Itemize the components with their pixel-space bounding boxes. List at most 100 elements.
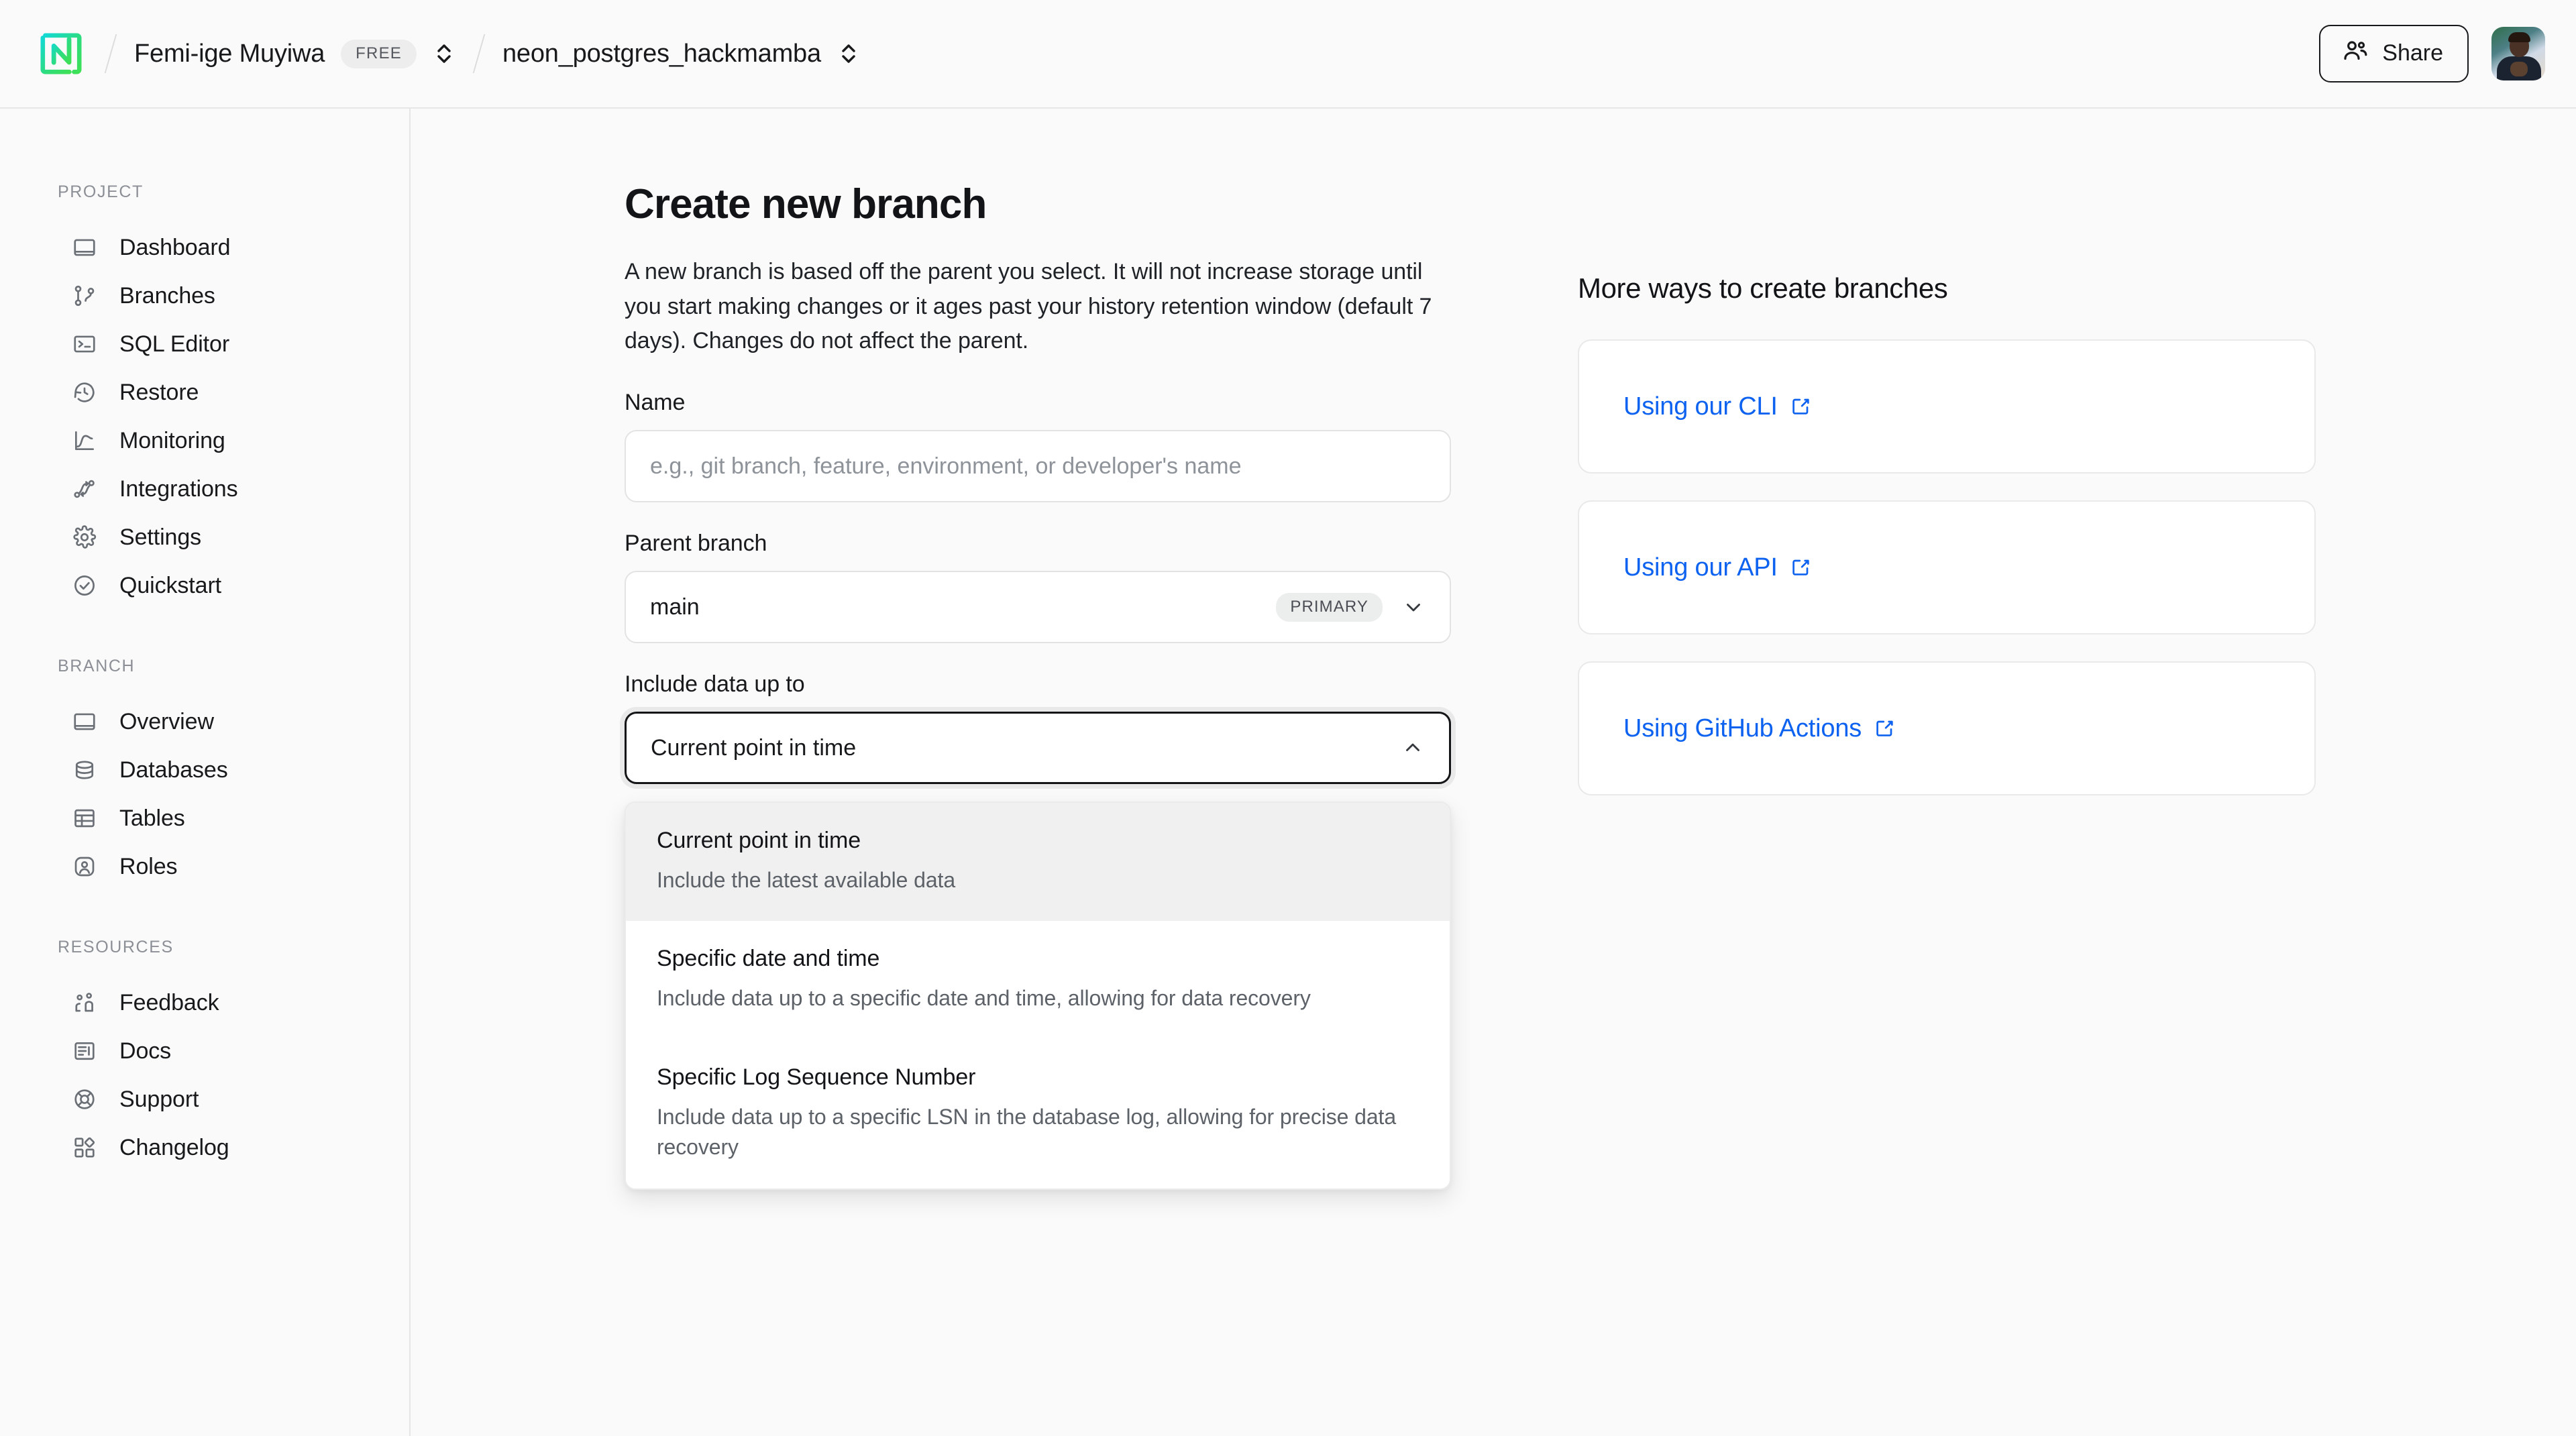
- sidebar: PROJECT Dashboard Branches SQL Editor Re…: [0, 109, 411, 1436]
- sql-editor-icon: [70, 329, 99, 359]
- sidebar-item-label: SQL Editor: [119, 331, 230, 357]
- neon-logo[interactable]: [35, 27, 87, 80]
- sidebar-item-overview[interactable]: Overview: [0, 698, 409, 746]
- more-ways-heading: More ways to create branches: [1578, 272, 1948, 304]
- lifebuoy-icon: [70, 1085, 99, 1114]
- breadcrumb-project[interactable]: neon_postgres_hackmamba: [502, 38, 860, 69]
- sidebar-group-title-resources: RESOURCES: [58, 938, 174, 956]
- name-input-placeholder: e.g., git branch, feature, environment, …: [650, 453, 1242, 479]
- dropdown-option-description: Include data up to a specific date and t…: [657, 986, 1311, 1011]
- plan-badge: FREE: [341, 39, 417, 68]
- branches-icon: [70, 281, 99, 311]
- changelog-blocks-icon: [70, 1133, 99, 1162]
- primary-badge: PRIMARY: [1276, 592, 1383, 622]
- sidebar-item-dashboard[interactable]: Dashboard: [0, 223, 409, 272]
- project-switcher-chevron-updown-icon[interactable]: [837, 38, 860, 69]
- sidebar-item-label: Integrations: [119, 476, 238, 502]
- share-button-label: Share: [2382, 40, 2443, 66]
- page-title: Create new branch: [625, 181, 987, 227]
- name-input[interactable]: e.g., git branch, feature, environment, …: [625, 430, 1451, 503]
- app-header: Femi-ige Muyiwa FREE neon_postgres_hackm…: [0, 0, 2576, 109]
- name-field-label: Name: [625, 390, 686, 416]
- sidebar-item-tables[interactable]: Tables: [0, 794, 409, 842]
- include-data-label: Include data up to: [625, 671, 805, 698]
- external-link-icon: [1874, 717, 1896, 740]
- sidebar-item-settings[interactable]: Settings: [0, 513, 409, 561]
- page-description: A new branch is based off the parent you…: [625, 259, 1432, 354]
- cli-link[interactable]: Using our CLI: [1623, 392, 1813, 421]
- sidebar-item-label: Roles: [119, 853, 178, 879]
- org-switcher-chevron-updown-icon[interactable]: [433, 38, 455, 69]
- dropdown-option-title: Specific Log Sequence Number: [657, 1064, 976, 1090]
- overview-icon: [70, 707, 99, 736]
- avatar[interactable]: [2491, 27, 2545, 80]
- dropdown-option-description: Include data up to a specific LSN in the…: [657, 1104, 1397, 1160]
- api-link[interactable]: Using our API: [1623, 553, 1813, 582]
- people-icon: [2342, 37, 2369, 70]
- sidebar-item-label: Branches: [119, 282, 215, 309]
- include-data-trigger[interactable]: Current point in time: [625, 712, 1451, 785]
- header-actions: Share: [2319, 25, 2545, 82]
- sidebar-item-integrations[interactable]: Integrations: [0, 465, 409, 513]
- sidebar-item-monitoring[interactable]: Monitoring: [0, 417, 409, 465]
- more-ways-card-api[interactable]: Using our API: [1578, 500, 2316, 634]
- sidebar-item-label: Dashboard: [119, 234, 231, 260]
- create-branch-form: Create new branch A new branch is based …: [625, 180, 1451, 1190]
- sidebar-group-title-project: PROJECT: [58, 182, 144, 201]
- sidebar-item-label: Support: [119, 1086, 199, 1112]
- more-ways-panel: More ways to create branches Using our C…: [1578, 272, 2316, 822]
- sidebar-item-label: Overview: [119, 708, 214, 734]
- include-data-value: Current point in time: [651, 734, 857, 761]
- gear-icon: [70, 522, 99, 552]
- dropdown-option-current-point-in-time[interactable]: Current point in time Include the latest…: [626, 803, 1450, 922]
- cli-link-label: Using our CLI: [1623, 392, 1778, 421]
- dropdown-option-specific-log-sequence-number[interactable]: Specific Log Sequence Number Include dat…: [626, 1040, 1450, 1189]
- sidebar-item-databases[interactable]: Databases: [0, 746, 409, 794]
- dropdown-option-title: Current point in time: [657, 828, 861, 854]
- sidebar-item-quickstart[interactable]: Quickstart: [0, 561, 409, 610]
- github-actions-link[interactable]: Using GitHub Actions: [1623, 714, 1896, 743]
- sidebar-item-label: Settings: [119, 524, 202, 550]
- sidebar-item-label: Docs: [119, 1038, 172, 1064]
- sidebar-item-label: Feedback: [119, 989, 219, 1015]
- sidebar-item-label: Quickstart: [119, 572, 222, 598]
- check-circle-icon: [70, 571, 99, 600]
- sidebar-item-support[interactable]: Support: [0, 1075, 409, 1123]
- restore-icon: [70, 378, 99, 407]
- github-actions-link-label: Using GitHub Actions: [1623, 714, 1862, 742]
- parent-branch-value: main: [650, 594, 700, 620]
- external-link-icon: [1790, 395, 1813, 418]
- more-ways-card-github-actions[interactable]: Using GitHub Actions: [1578, 661, 2316, 795]
- chevron-down-icon: [1401, 595, 1426, 619]
- docs-icon: [70, 1036, 99, 1066]
- parent-branch-label: Parent branch: [625, 531, 767, 557]
- sidebar-item-restore[interactable]: Restore: [0, 368, 409, 417]
- sidebar-item-label: Restore: [119, 379, 199, 405]
- parent-branch-select[interactable]: main PRIMARY: [625, 571, 1451, 644]
- share-button[interactable]: Share: [2319, 25, 2469, 82]
- sidebar-item-docs[interactable]: Docs: [0, 1027, 409, 1075]
- dropdown-option-specific-date-and-time[interactable]: Specific date and time Include data up t…: [626, 921, 1450, 1039]
- sidebar-item-branches[interactable]: Branches: [0, 272, 409, 320]
- sidebar-item-label: Tables: [119, 805, 185, 831]
- sidebar-item-label: Databases: [119, 757, 228, 783]
- sidebar-item-label: Changelog: [119, 1134, 229, 1160]
- include-data-combobox: Current point in time Current point in t…: [625, 712, 1451, 1190]
- breadcrumb-separator-2: [472, 34, 486, 73]
- api-link-label: Using our API: [1623, 553, 1778, 582]
- breadcrumb-org[interactable]: Femi-ige Muyiwa FREE: [134, 38, 455, 69]
- sidebar-item-sql-editor[interactable]: SQL Editor: [0, 320, 409, 368]
- sidebar-item-feedback[interactable]: Feedback: [0, 979, 409, 1027]
- project-name: neon_postgres_hackmamba: [502, 39, 821, 68]
- dropdown-option-description: Include the latest available data: [657, 868, 956, 893]
- sidebar-item-label: Monitoring: [119, 427, 225, 453]
- dashboard-icon: [70, 233, 99, 262]
- monitoring-icon: [70, 426, 99, 455]
- dropdown-option-title: Specific date and time: [657, 946, 880, 972]
- sidebar-item-roles[interactable]: Roles: [0, 842, 409, 891]
- org-name: Femi-ige Muyiwa: [134, 39, 325, 68]
- sidebar-item-changelog[interactable]: Changelog: [0, 1123, 409, 1172]
- external-link-icon: [1790, 556, 1813, 579]
- more-ways-card-cli[interactable]: Using our CLI: [1578, 339, 2316, 474]
- table-icon: [70, 804, 99, 833]
